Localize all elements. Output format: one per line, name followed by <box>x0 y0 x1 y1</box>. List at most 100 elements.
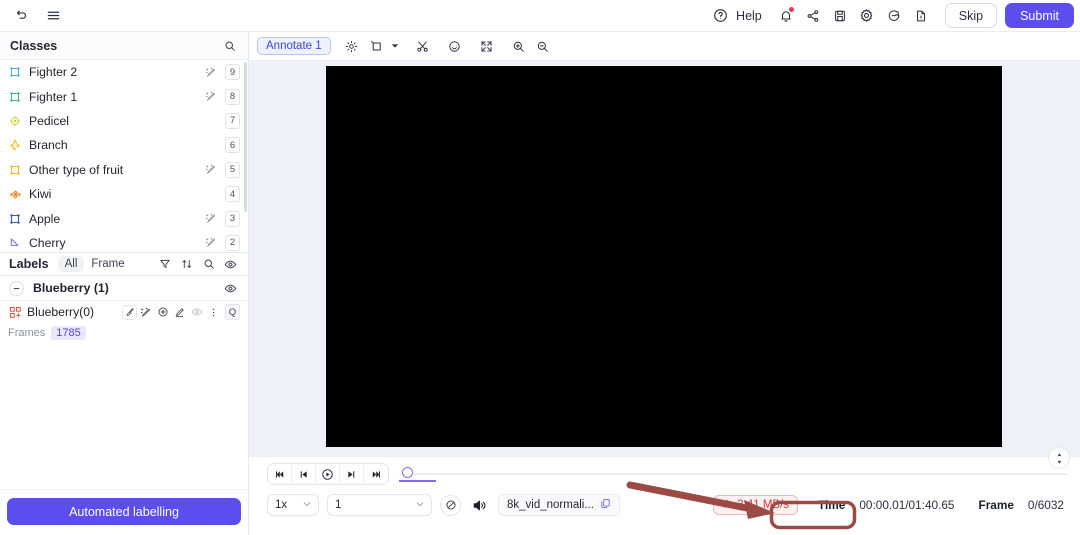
shape-select-icon[interactable] <box>365 35 387 57</box>
frames-value[interactable]: 1785 <box>51 326 86 340</box>
file-name-chip[interactable]: 8k_vid_normali... <box>498 494 620 516</box>
comment-minus-icon[interactable] <box>881 3 907 29</box>
label-item-row[interactable]: Blueberry(0) Q <box>0 301 248 323</box>
labels-title: Labels <box>9 257 49 271</box>
zoom-in-icon[interactable] <box>508 35 530 57</box>
class-row-apple[interactable]: Apple 3 <box>0 206 248 230</box>
annotate-toolbar: Annotate 1 <box>249 32 1080 61</box>
brightness-sun-icon[interactable] <box>341 35 363 57</box>
label-group-name: Blueberry (1) <box>33 281 109 295</box>
classes-scrollbar[interactable] <box>244 62 247 212</box>
class-row-fighter-2[interactable]: Fighter 2 9 <box>0 60 248 84</box>
notification-dot <box>788 6 794 12</box>
class-shortcut-key[interactable]: 3 <box>225 210 240 227</box>
search-icon[interactable] <box>221 37 238 54</box>
search-icon[interactable] <box>200 256 217 273</box>
chevron-down-icon[interactable] <box>389 35 402 57</box>
top-header: Help Skip Submit <box>0 0 1080 32</box>
more-vertical-icon[interactable] <box>205 304 222 321</box>
scissors-cut-icon[interactable] <box>412 35 434 57</box>
filter-funnel-icon[interactable] <box>156 256 173 273</box>
class-shortcut-key[interactable]: 6 <box>225 137 240 154</box>
step-back-icon[interactable] <box>292 464 316 484</box>
gear-icon[interactable] <box>854 3 880 29</box>
automated-labelling-button[interactable]: Automated labelling <box>7 498 241 525</box>
labels-tab-all[interactable]: All <box>57 256 85 272</box>
class-shortcut-key[interactable]: 5 <box>225 161 240 178</box>
brush-icon[interactable] <box>122 304 137 320</box>
timeline-slider[interactable] <box>399 464 1068 484</box>
time-label: Time <box>818 498 846 512</box>
labels-scope-tabs: All Frame <box>57 256 132 272</box>
magic-wand-icon[interactable] <box>203 213 218 224</box>
frames-row: Frames 1785 <box>0 323 248 341</box>
label-shortcut-key[interactable]: Q <box>225 304 240 320</box>
video-frame[interactable] <box>326 66 1002 447</box>
save-disk-icon[interactable] <box>827 3 853 29</box>
eye-icon[interactable] <box>188 304 205 321</box>
class-shortcut-key[interactable]: 4 <box>225 186 240 203</box>
zoom-out-icon[interactable] <box>532 35 554 57</box>
class-name-label: Pedicel <box>29 113 69 128</box>
submit-button[interactable]: Submit <box>1005 3 1074 28</box>
bbox-icon <box>8 212 22 226</box>
speaker-volume-icon[interactable] <box>469 495 490 516</box>
class-name-label: Kiwi <box>29 187 52 202</box>
eye-icon[interactable] <box>222 256 239 273</box>
class-row-kiwi[interactable]: Kiwi 4 <box>0 182 248 206</box>
step-forward-icon[interactable] <box>340 464 364 484</box>
frame-step-select[interactable]: 1 <box>327 494 432 516</box>
class-row-other-type-of-fruit[interactable]: Other type of fruit 5 <box>0 158 248 182</box>
play-circle-icon[interactable] <box>316 464 340 484</box>
class-name-label: Other type of fruit <box>29 162 124 177</box>
class-row-pedicel[interactable]: Pedicel 7 <box>0 109 248 133</box>
no-entry-slash-icon[interactable] <box>440 494 461 516</box>
tab-annotate-1[interactable]: Annotate 1 <box>257 37 331 55</box>
eye-icon[interactable] <box>222 280 239 297</box>
minus-collapse-icon[interactable] <box>9 280 24 296</box>
help-circle-icon[interactable] <box>707 3 733 29</box>
undo-icon[interactable] <box>8 3 34 29</box>
playback-speed-select[interactable]: 1x <box>267 494 319 516</box>
help-label[interactable]: Help <box>734 3 772 29</box>
class-row-fighter-1[interactable]: Fighter 1 8 <box>0 84 248 108</box>
canvas-area[interactable] <box>249 61 1080 469</box>
class-name-label: Fighter 2 <box>29 65 78 80</box>
main-area: Annotate 1 1x 1 8k_vid_normali... 3.41 M… <box>249 32 1080 535</box>
label-group-row[interactable]: Blueberry (1) <box>0 276 248 301</box>
skip-to-start-icon[interactable] <box>268 464 292 484</box>
sort-icon[interactable] <box>178 256 195 273</box>
magic-wand-icon[interactable] <box>203 91 218 102</box>
magic-wand-icon[interactable] <box>137 304 154 321</box>
timeline-thumb[interactable] <box>402 467 413 478</box>
resize-vertical-icon[interactable] <box>1048 447 1070 469</box>
player-settings-row: 1x 1 8k_vid_normali... 3.41 MB/s Time 00… <box>249 485 1080 516</box>
magic-wand-icon[interactable] <box>203 237 218 248</box>
copy-icon[interactable] <box>600 498 611 512</box>
class-shortcut-key[interactable]: 2 <box>225 234 240 251</box>
classes-list[interactable]: Fighter 2 9 Fighter 1 8 Pedicel 7 Branch 6 Other… <box>0 60 248 252</box>
magic-wand-icon[interactable] <box>203 164 218 175</box>
class-name-label: Branch <box>29 138 68 153</box>
skip-button[interactable]: Skip <box>944 3 998 28</box>
share-nodes-icon[interactable] <box>800 3 826 29</box>
file-alert-icon[interactable] <box>908 3 934 29</box>
class-shortcut-key[interactable]: 9 <box>225 64 240 81</box>
skeleton-icon <box>8 138 22 152</box>
skip-to-end-icon[interactable] <box>364 464 388 484</box>
pencil-edit-icon[interactable] <box>171 304 188 321</box>
labels-tab-frame[interactable]: Frame <box>84 256 131 272</box>
hamburger-menu-icon[interactable] <box>40 3 66 29</box>
smiley-face-icon[interactable] <box>444 35 466 57</box>
class-row-branch[interactable]: Branch 6 <box>0 133 248 157</box>
magic-wand-icon[interactable] <box>203 67 218 78</box>
shrink-arrows-icon[interactable] <box>476 35 498 57</box>
plus-circle-icon[interactable] <box>154 304 171 321</box>
bell-icon[interactable] <box>773 3 799 29</box>
bbox-icon <box>8 90 22 104</box>
class-row-cherry[interactable]: Cherry 2 <box>0 231 248 252</box>
timeline-track[interactable] <box>399 473 1068 475</box>
class-shortcut-key[interactable]: 8 <box>225 88 240 105</box>
keypoint-icon <box>8 187 22 201</box>
class-shortcut-key[interactable]: 7 <box>225 112 240 129</box>
